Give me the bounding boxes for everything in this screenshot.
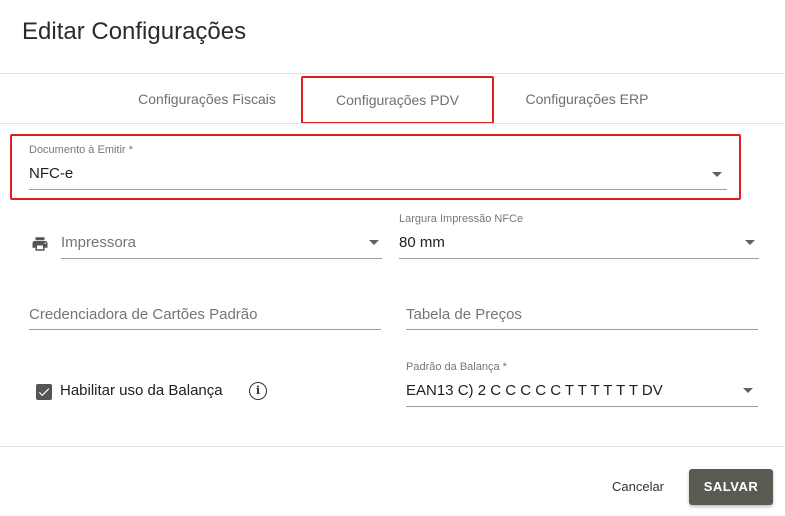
- padrao-balanca-label: Padrão da Balança *: [406, 361, 507, 373]
- tabs-divider: [0, 123, 785, 124]
- tabela-precos-placeholder: Tabela de Preços: [406, 306, 522, 323]
- credenciadora-input[interactable]: Credenciadora de Cartões Padrão: [29, 303, 381, 331]
- chevron-down-icon[interactable]: [712, 172, 722, 177]
- padrao-balanca-value: EAN13 C) 2 C C C C C T T T T T T DV: [406, 382, 663, 399]
- credenciadora-placeholder: Credenciadora de Cartões Padrão: [29, 306, 258, 323]
- impressora-placeholder: Impressora: [61, 234, 137, 251]
- documento-select[interactable]: Documento à Emitir * NFC-e: [29, 144, 727, 190]
- chevron-down-icon[interactable]: [743, 388, 753, 393]
- save-button[interactable]: SALVAR: [689, 469, 773, 505]
- padrao-balanca-underline: [406, 406, 758, 407]
- footer-divider: [0, 446, 785, 447]
- balanca-checkbox-label[interactable]: Habilitar uso da Balança: [60, 382, 223, 399]
- documento-value: NFC-e: [29, 165, 74, 182]
- impressora-underline: [61, 258, 382, 259]
- chevron-down-icon[interactable]: [745, 240, 755, 245]
- tabela-precos-underline: [406, 329, 758, 330]
- tab-configuracoes-pdv[interactable]: Configurações PDV: [301, 76, 494, 124]
- cancel-button[interactable]: Cancelar: [600, 474, 676, 500]
- printer-icon: [32, 237, 48, 251]
- documento-underline: [29, 189, 727, 190]
- info-icon[interactable]: i: [249, 382, 267, 400]
- largura-select[interactable]: Largura Impressão NFCe 80 mm: [399, 213, 759, 260]
- chevron-down-icon[interactable]: [369, 240, 379, 245]
- largura-underline: [399, 258, 759, 259]
- check-icon: [38, 388, 50, 397]
- documento-label: Documento à Emitir *: [29, 144, 133, 156]
- tab-configuracoes-fiscais[interactable]: Configurações Fiscais: [118, 74, 296, 124]
- dialog-title: Editar Configurações: [22, 18, 247, 45]
- largura-label: Largura Impressão NFCe: [399, 213, 524, 225]
- padrao-balanca-select[interactable]: Padrão da Balança * EAN13 C) 2 C C C C C…: [406, 361, 758, 408]
- credenciadora-underline: [29, 329, 381, 330]
- tab-bar: Configurações Fiscais Configurações PDV …: [0, 74, 785, 124]
- impressora-select[interactable]: Impressora: [61, 230, 382, 260]
- largura-value: 80 mm: [399, 234, 445, 251]
- tabela-precos-input[interactable]: Tabela de Preços: [406, 303, 758, 331]
- balanca-checkbox[interactable]: [36, 384, 52, 400]
- tab-configuracoes-erp[interactable]: Configurações ERP: [500, 74, 674, 124]
